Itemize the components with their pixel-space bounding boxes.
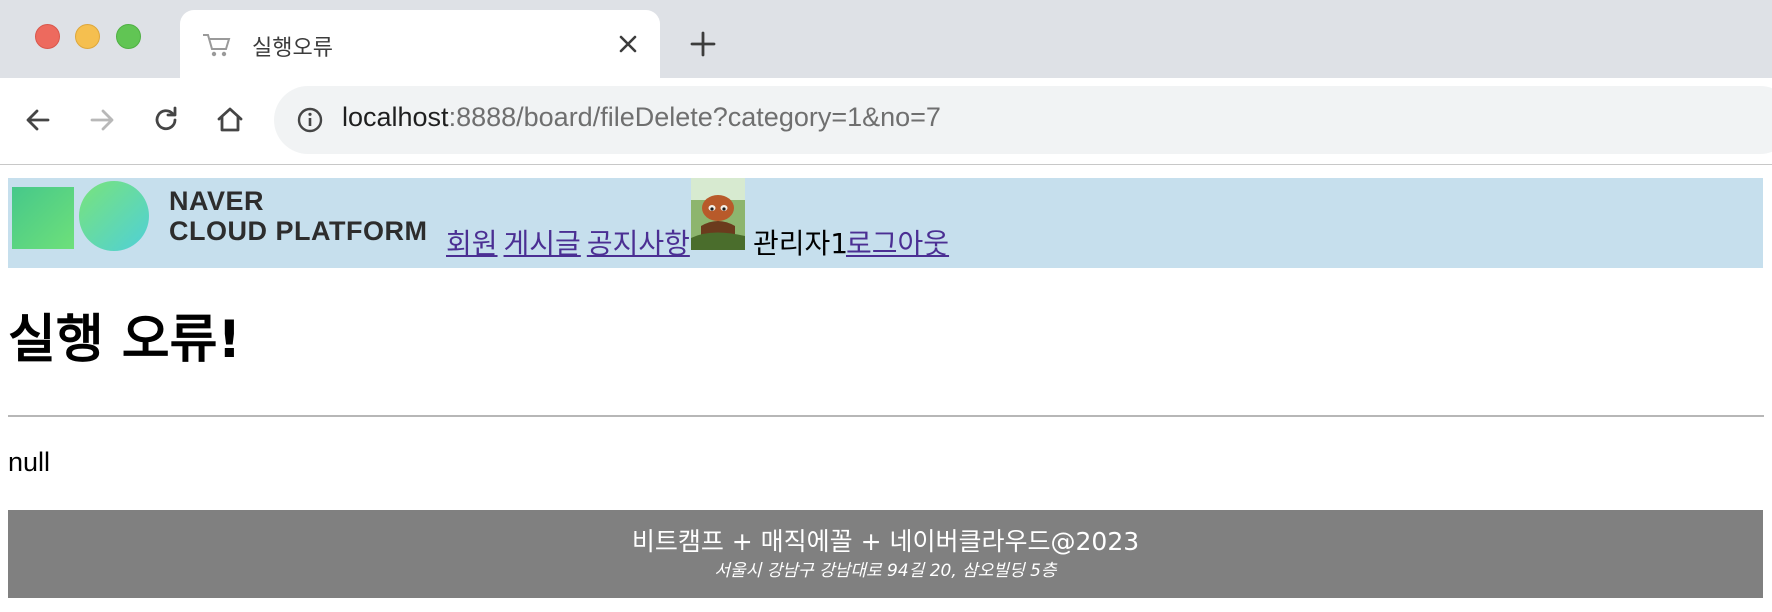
main-nav: 회원 게시글 공지사항	[446, 222, 696, 262]
logo-text-cloud-platform: CLOUD PLATFORM	[169, 216, 428, 246]
logo-text-naver: NAVER	[169, 186, 265, 216]
logo-shapes-icon	[12, 181, 149, 251]
home-icon[interactable]	[212, 102, 248, 138]
url-text[interactable]: localhost:8888/board/fileDelete?category…	[342, 102, 941, 133]
close-icon[interactable]	[616, 32, 640, 56]
back-arrow-icon[interactable]	[20, 102, 56, 138]
info-icon[interactable]	[296, 106, 324, 134]
nav-link-notices[interactable]: 공지사항	[587, 227, 690, 260]
nav-link-members[interactable]: 회원	[446, 227, 498, 260]
site-header: NAVER CLOUD PLATFORM 회원 게시글 공지사항 관리자1 로그아웃	[8, 178, 1763, 268]
reload-icon[interactable]	[148, 102, 184, 138]
close-window-button[interactable]	[35, 24, 60, 49]
url-path: :8888/board/fileDelete?category=1&no=7	[448, 102, 941, 132]
naver-cloud-logo[interactable]: NAVER CLOUD PLATFORM	[10, 180, 450, 252]
cart-icon	[203, 34, 231, 57]
tab-title: 실행오류	[252, 36, 333, 61]
error-message: null	[8, 447, 51, 477]
footer-copyright: 비트캠프 + 매직에꼴 + 네이버클라우드@2023	[631, 527, 1140, 556]
divider	[8, 415, 1764, 417]
footer-address: 서울시 강남구 강남대로 94길 20, 삼오빌딩 5층	[714, 561, 1057, 581]
user-avatar	[691, 178, 745, 250]
plus-icon[interactable]	[688, 29, 718, 59]
address-bar[interactable]: localhost:8888/board/fileDelete?category…	[274, 86, 1772, 154]
red-panda-photo	[691, 178, 745, 250]
browser-tab[interactable]: 실행오류	[180, 10, 660, 78]
browser-tab-bar: 실행오류	[0, 0, 1772, 78]
minimize-window-button[interactable]	[75, 24, 100, 49]
logout-link[interactable]: 로그아웃	[846, 222, 949, 262]
nav-link-posts[interactable]: 게시글	[504, 227, 581, 260]
forward-arrow-icon[interactable]	[84, 102, 120, 138]
site-footer: 비트캠프 + 매직에꼴 + 네이버클라우드@2023 서울시 강남구 강남대로 …	[8, 510, 1763, 598]
url-host: localhost	[342, 102, 449, 132]
maximize-window-button[interactable]	[116, 24, 141, 49]
browser-toolbar: localhost:8888/board/fileDelete?category…	[0, 78, 1772, 165]
user-name: 관리자1	[753, 227, 849, 260]
page-title: 실행 오류!	[8, 310, 242, 370]
